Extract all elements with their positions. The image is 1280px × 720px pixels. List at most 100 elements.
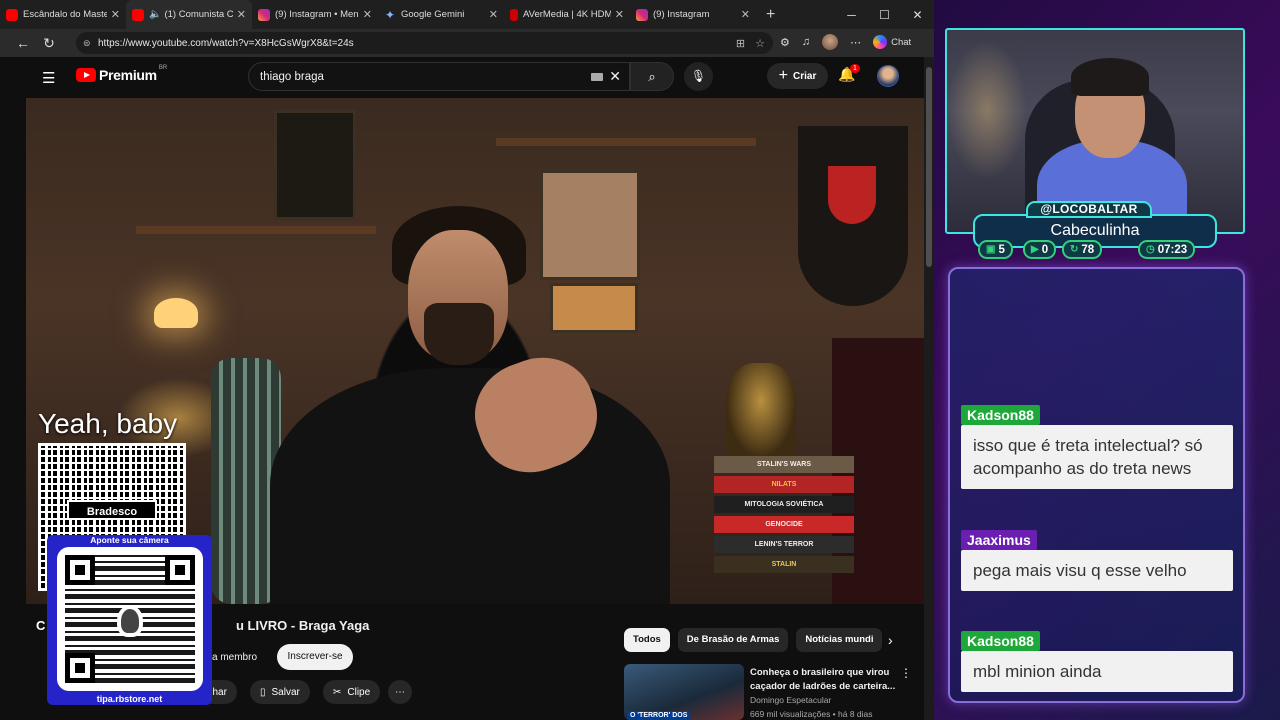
microphone-icon: 🎙: [690, 69, 707, 83]
star-icon[interactable]: ☆: [755, 37, 765, 50]
tab-2[interactable]: (9) Instagram • Mensa✕: [252, 0, 378, 29]
pix-qr-card: Aponte sua câmera tipa.rbstore.net: [47, 535, 212, 705]
bookmark-icon: ▯: [260, 686, 266, 698]
instagram-icon: [636, 8, 648, 21]
address-bar-row: ← ↻ ⊜ https://www.youtube.com/watch?v=X8…: [0, 29, 934, 57]
video-thumbnail[interactable]: O 'TERROR' DOS: [624, 664, 744, 720]
media-icon[interactable]: ♫: [802, 36, 810, 48]
close-tab-icon[interactable]: ✕: [741, 8, 750, 21]
overlay-caption: Yeah, baby: [38, 408, 178, 439]
close-tab-icon[interactable]: ✕: [237, 8, 246, 21]
wall-shelf: [496, 138, 756, 146]
youtube-header: ☰ Premium BR thiago braga ✕ ⌕ 🎙 + Criar 🔔…: [26, 57, 924, 97]
chip-all[interactable]: Todos: [624, 628, 670, 652]
menu-icon[interactable]: ☰: [42, 69, 55, 87]
browser-window: Escândalo do Master se✕ 🔈(1) Comunista C…: [0, 0, 934, 720]
wall-shield: [798, 126, 908, 306]
back-icon[interactable]: ←: [10, 35, 36, 51]
avermedia-icon: [510, 8, 518, 21]
scissors-icon: ✂: [333, 686, 342, 698]
video-count-badge: ▶ 0: [1023, 240, 1057, 259]
copilot-icon: [873, 35, 888, 49]
keyboard-icon[interactable]: [591, 73, 603, 81]
streamer-handle: @LOCOBALTAR: [1026, 201, 1152, 218]
join-member-button[interactable]: a membro: [212, 652, 257, 663]
recommended-video[interactable]: O 'TERROR' DOS Conheça o brasileiro que …: [624, 664, 914, 720]
maximize-icon[interactable]: ☐: [868, 8, 901, 22]
tab-4[interactable]: AVerMedia | 4K HDMI ✕: [504, 0, 630, 29]
account-avatar[interactable]: [877, 65, 899, 87]
close-tab-icon[interactable]: ✕: [363, 8, 372, 21]
youtube-icon: [132, 8, 144, 21]
close-tab-icon[interactable]: ✕: [615, 8, 624, 21]
bronze-statue: [726, 363, 796, 458]
copilot-chat-button[interactable]: Chat: [873, 35, 911, 49]
youtube-logo[interactable]: Premium BR: [76, 65, 167, 83]
save-button[interactable]: ▯ Salvar: [250, 680, 310, 704]
clip-button[interactable]: ✂ Clipe: [323, 680, 381, 704]
chat-message: Jaaximus pega mais visu q esse velho: [961, 530, 1233, 591]
voice-search-button[interactable]: 🎙: [684, 62, 713, 91]
page-scrollbar[interactable]: [924, 57, 934, 720]
youtube-icon: [6, 8, 18, 21]
chevron-right-icon[interactable]: ›: [888, 632, 893, 648]
more-options-icon[interactable]: ⋮: [900, 666, 912, 680]
chip-brasao[interactable]: De Brasão de Armas: [677, 628, 789, 652]
window-controls: ─ ☐ ✕: [835, 0, 934, 29]
instagram-icon: [258, 8, 270, 21]
microphone-icon: [117, 605, 143, 637]
tab-0[interactable]: Escândalo do Master se✕: [0, 0, 126, 29]
profile-avatar[interactable]: [822, 34, 839, 50]
search-button[interactable]: ⌕: [630, 62, 674, 91]
close-tab-icon[interactable]: ✕: [111, 8, 120, 21]
filter-chips: Todos De Brasão de Armas Notícias mundi: [624, 628, 883, 652]
presenter-beard: [424, 303, 494, 365]
more-menu-icon[interactable]: ⋯: [850, 36, 861, 49]
tab-3[interactable]: ✦ Google Gemini ✕: [378, 0, 504, 29]
clock-icon: ◷: [1146, 244, 1155, 255]
chat-count-badge: ▣ 5: [978, 240, 1013, 259]
refresh-icon: ↻: [1070, 244, 1079, 255]
wall-frame: [274, 110, 356, 220]
video-title: u LIVRO - Braga Yaga: [236, 618, 370, 633]
minimize-icon[interactable]: ─: [835, 8, 868, 22]
speaker-icon[interactable]: 🔈: [149, 9, 161, 20]
tab-bar: Escândalo do Master se✕ 🔈(1) Comunista C…: [0, 0, 934, 29]
chip-noticias[interactable]: Notícias mundi: [796, 628, 883, 652]
book-stack: STALIN'S WARS NILATS MITOLOGIA SOVIÉTICA…: [714, 456, 854, 576]
more-actions-button[interactable]: ⋯: [388, 680, 412, 704]
plus-icon: +: [778, 67, 788, 84]
chat-message: Kadson88 mbl minion ainda: [961, 631, 1233, 692]
wall-shelf: [136, 226, 376, 234]
search-input[interactable]: thiago braga ✕: [248, 62, 630, 91]
youtube-play-icon: [76, 68, 96, 82]
clear-search-icon[interactable]: ✕: [609, 68, 621, 85]
close-window-icon[interactable]: ✕: [901, 8, 934, 22]
notification-count: 1: [850, 64, 860, 73]
gemini-icon: ✦: [384, 7, 396, 22]
wall-frame: [550, 283, 638, 333]
wall-frame: [540, 170, 640, 280]
new-tab-icon[interactable]: +: [766, 6, 775, 24]
viewers-badge: ↻ 78: [1062, 240, 1103, 259]
bradesco-label: Bradesco: [67, 500, 157, 520]
uptime-badge: ◷ 07:23: [1138, 240, 1196, 259]
qr-code: [57, 547, 203, 691]
search-icon: ⌕: [648, 69, 656, 84]
extensions-icon[interactable]: ⚙: [780, 36, 790, 49]
play-icon: ▶: [1031, 244, 1039, 255]
more-icon: ⋯: [395, 686, 405, 698]
close-tab-icon[interactable]: ✕: [489, 8, 498, 21]
site-info-icon[interactable]: ⊜: [83, 38, 91, 49]
table-lamp: [154, 298, 198, 328]
tab-1[interactable]: 🔈(1) Comunista CH✕: [126, 0, 252, 29]
tab-5[interactable]: (9) Instagram ✕: [630, 0, 756, 29]
subscribe-button[interactable]: Inscrever-se: [277, 644, 353, 670]
chat-message: Kadson88 isso que é treta intelectual? s…: [961, 405, 1233, 489]
create-button[interactable]: + Criar: [767, 63, 828, 89]
chat-icon: ▣: [986, 244, 996, 255]
reload-icon[interactable]: ↻: [36, 35, 62, 52]
url-field[interactable]: ⊜ https://www.youtube.com/watch?v=X8HcGs…: [76, 32, 773, 54]
streamer-hair: [1071, 58, 1149, 96]
app-icon[interactable]: ⊞: [736, 37, 745, 50]
